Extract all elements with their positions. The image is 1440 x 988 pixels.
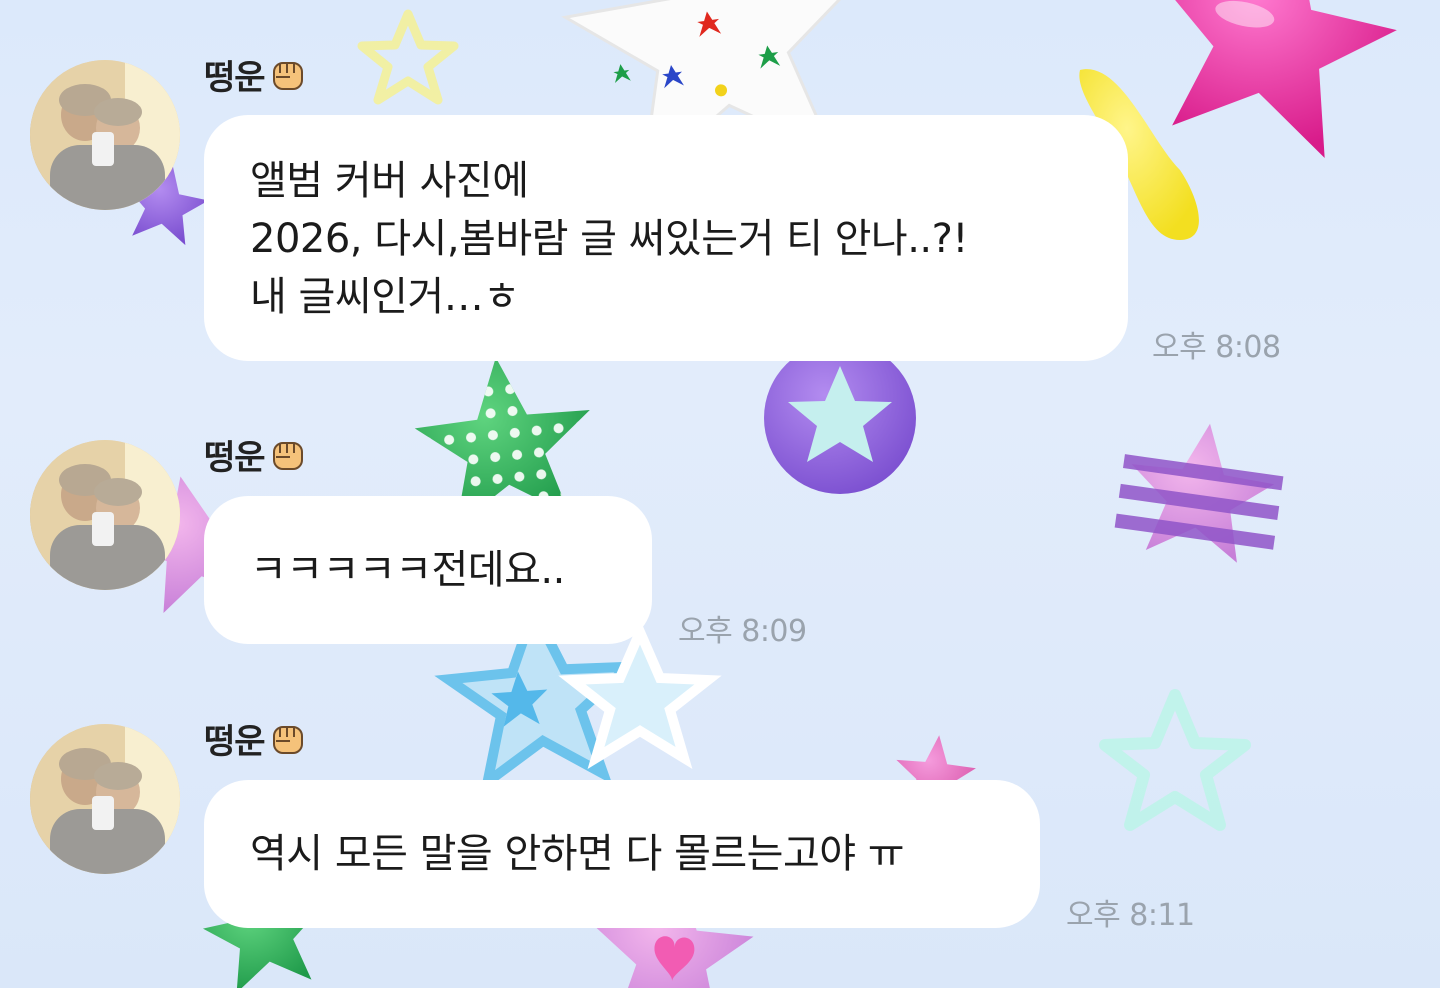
avatar[interactable]: [30, 724, 180, 874]
message-timestamp: 오후 8:11: [1066, 898, 1195, 933]
sender-name: 떵운: [204, 50, 307, 102]
avatar[interactable]: [30, 440, 180, 590]
message-text-line: 내 글씨인거…ㅎ: [250, 274, 520, 320]
message-text-line: 역시 모든 말을 안하면 다 몰르는고야 ㅠ: [250, 831, 905, 877]
purple-circle-star: [764, 342, 916, 494]
sender-name: 떵운: [204, 714, 307, 766]
raised-fist-icon: [269, 719, 307, 766]
message-bubble[interactable]: 역시 모든 말을 안하면 다 몰르는고야 ㅠ: [204, 780, 1040, 928]
raised-fist-icon: [269, 435, 307, 482]
sender-name-text: 떵운: [204, 722, 266, 762]
message-timestamp: 오후 8:09: [678, 614, 807, 649]
pink-star-sticker: [1158, 0, 1397, 158]
sender-name: 떵운: [204, 430, 307, 482]
message-text-line: 앨범 커버 사진에: [250, 158, 529, 204]
message-text-line: ㅋㅋㅋㅋㅋ전데요..: [250, 547, 565, 593]
message-text-line: 2026, 다시,봄바람 글 써있는거 티 안나..?!: [250, 216, 968, 262]
profile-photo: [30, 724, 180, 874]
message-timestamp: 오후 8:08: [1152, 330, 1281, 365]
yellow-outline-star: [357, 9, 459, 105]
sender-name-text: 떵운: [204, 438, 266, 478]
striped-star-sticker: [1114, 423, 1284, 563]
message-bubble[interactable]: ㅋㅋㅋㅋㅋ전데요..: [204, 496, 652, 644]
mint-outline-star: [1099, 689, 1251, 831]
avatar[interactable]: [30, 60, 180, 210]
profile-photo: [30, 60, 180, 210]
message-bubble[interactable]: 앨범 커버 사진에 2026, 다시,봄바람 글 써있는거 티 안나..?! 내…: [204, 115, 1128, 361]
raised-fist-icon: [269, 55, 307, 102]
profile-photo: [30, 440, 180, 590]
sender-name-text: 떵운: [204, 58, 266, 98]
